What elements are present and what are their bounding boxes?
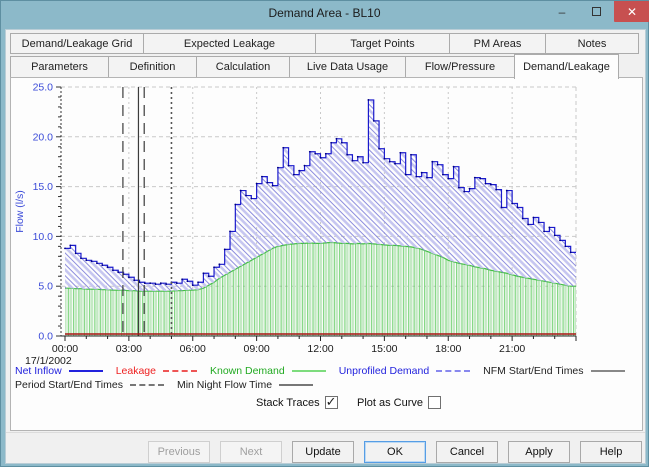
tab-row-1: Demand/Leakage Grid Expected Leakage Targe…	[10, 33, 639, 54]
chart-legend-row-1: Net Inflow Leakage Known Demand Unprofiled …	[15, 365, 625, 377]
legend-label: NFM Start/End Times	[483, 365, 584, 377]
svg-text:09:00: 09:00	[243, 343, 269, 355]
dialog-client-area: Demand/Leakage Grid Expected Leakage Targe…	[5, 29, 646, 464]
legend-label: Known Demand	[209, 365, 285, 377]
plot-as-curve-checkbox[interactable]	[428, 396, 442, 409]
legend-line-sample	[436, 370, 471, 372]
check-icon: ✓	[325, 394, 337, 409]
demand-leakage-tab-panel: 0.0 5.0 10.0 15.0 20.0 25.0 00:00 03:00 06:00 09:…	[10, 77, 643, 431]
dialog-window: Demand Area - BL10 – ✕ Demand/Leakage Gr…	[0, 0, 649, 467]
titlebar: Demand Area - BL10 – ✕	[1, 1, 649, 29]
next-button[interactable]: Next	[220, 441, 282, 463]
legend-label: Period Start/End Times	[15, 379, 123, 391]
legend-label: Min Night Flow Time	[176, 379, 273, 391]
svg-text:00:00: 00:00	[52, 343, 78, 355]
minimize-button[interactable]: –	[549, 1, 575, 22]
legend-item-known-demand: Known Demand	[210, 365, 326, 377]
ok-button[interactable]: OK	[364, 441, 426, 463]
tab-calculation[interactable]: Calculation	[196, 56, 290, 77]
svg-text:12:00: 12:00	[307, 343, 333, 355]
tab-notes[interactable]: Notes	[545, 33, 639, 54]
previous-button[interactable]: Previous	[148, 441, 210, 463]
svg-text:25.0: 25.0	[33, 82, 54, 94]
tab-flow-pressure[interactable]: Flow/Pressure	[405, 56, 515, 77]
svg-text:18:00: 18:00	[435, 343, 461, 355]
tab-row-2: Parameters Definition Calculation Live Data…	[10, 54, 619, 79]
legend-label: Unprofiled Demand	[338, 365, 430, 377]
svg-text:15.0: 15.0	[33, 181, 54, 193]
tab-parameters[interactable]: Parameters	[10, 56, 109, 77]
chart-legend-row-2: Period Start/End Times Min Night Flow Tim…	[15, 379, 314, 391]
tab-target-points[interactable]: Target Points	[315, 33, 450, 54]
tab-pm-areas[interactable]: PM Areas	[449, 33, 546, 54]
help-button[interactable]: Help	[580, 441, 642, 463]
stack-traces-label: Stack Traces	[256, 396, 320, 409]
legend-item-net-inflow: Net Inflow	[15, 365, 103, 377]
cancel-button[interactable]: Cancel	[436, 441, 498, 463]
close-icon: ✕	[626, 4, 638, 19]
legend-item-period-start-end-times: Period Start/End Times	[15, 379, 164, 391]
tab-expected-leakage[interactable]: Expected Leakage	[143, 33, 316, 54]
legend-line-sample	[279, 384, 314, 386]
chart-svg: 0.0 5.0 10.0 15.0 20.0 25.0 00:00 03:00 06:00 09:…	[14, 82, 577, 367]
stack-traces-checkbox-group: Stack Traces ✓	[256, 394, 338, 409]
legend-line-sample	[129, 384, 164, 386]
tab-demand-leakage-grid[interactable]: Demand/Leakage Grid	[10, 33, 144, 54]
tab-demand-leakage[interactable]: Demand/Leakage	[514, 54, 619, 79]
svg-text:10.0: 10.0	[33, 231, 54, 243]
tab-live-data-usage[interactable]: Live Data Usage	[289, 56, 406, 77]
legend-item-unprofiled-demand: Unprofiled Demand	[338, 365, 471, 377]
svg-text:15:00: 15:00	[371, 343, 397, 355]
svg-text:17/1/2002: 17/1/2002	[25, 355, 72, 364]
svg-text:06:00: 06:00	[180, 343, 206, 355]
svg-text:03:00: 03:00	[116, 343, 142, 355]
legend-label: Net Inflow	[15, 365, 62, 377]
chart: 0.0 5.0 10.0 15.0 20.0 25.0 00:00 03:00 06:00 09:…	[11, 78, 644, 367]
legend-line-sample	[68, 370, 103, 372]
button-bar: Previous Next Update OK Cancel Apply Help	[6, 432, 645, 463]
svg-text:Flow (l/s): Flow (l/s)	[14, 190, 26, 233]
svg-text:21:00: 21:00	[499, 343, 525, 355]
apply-button[interactable]: Apply	[508, 441, 570, 463]
plot-as-curve-checkbox-group: Plot as Curve	[357, 396, 442, 409]
plot-as-curve-label: Plot as Curve	[357, 396, 424, 409]
legend-item-leakage: Leakage	[116, 365, 197, 377]
update-button[interactable]: Update	[292, 441, 354, 463]
minimize-icon: –	[558, 4, 566, 19]
svg-text:5.0: 5.0	[38, 281, 53, 293]
legend-line-sample	[162, 370, 197, 372]
legend-line-sample	[590, 370, 625, 372]
svg-text:20.0: 20.0	[33, 131, 54, 143]
legend-item-min-night-flow-time: Min Night Flow Time	[176, 379, 314, 391]
maximize-button[interactable]	[583, 1, 609, 22]
legend-line-sample	[291, 370, 326, 372]
maximize-icon	[591, 7, 601, 16]
legend-label: Leakage	[115, 365, 156, 377]
svg-text:0.0: 0.0	[38, 331, 53, 343]
screenshot-stage: Demand Area - BL10 – ✕ Demand/Leakage Gr…	[0, 0, 649, 467]
close-button[interactable]: ✕	[614, 1, 649, 22]
legend-item-nfm-start-end-times: NFM Start/End Times	[483, 365, 625, 377]
tab-definition[interactable]: Definition	[108, 56, 197, 77]
stack-traces-checkbox[interactable]: ✓	[324, 394, 338, 409]
